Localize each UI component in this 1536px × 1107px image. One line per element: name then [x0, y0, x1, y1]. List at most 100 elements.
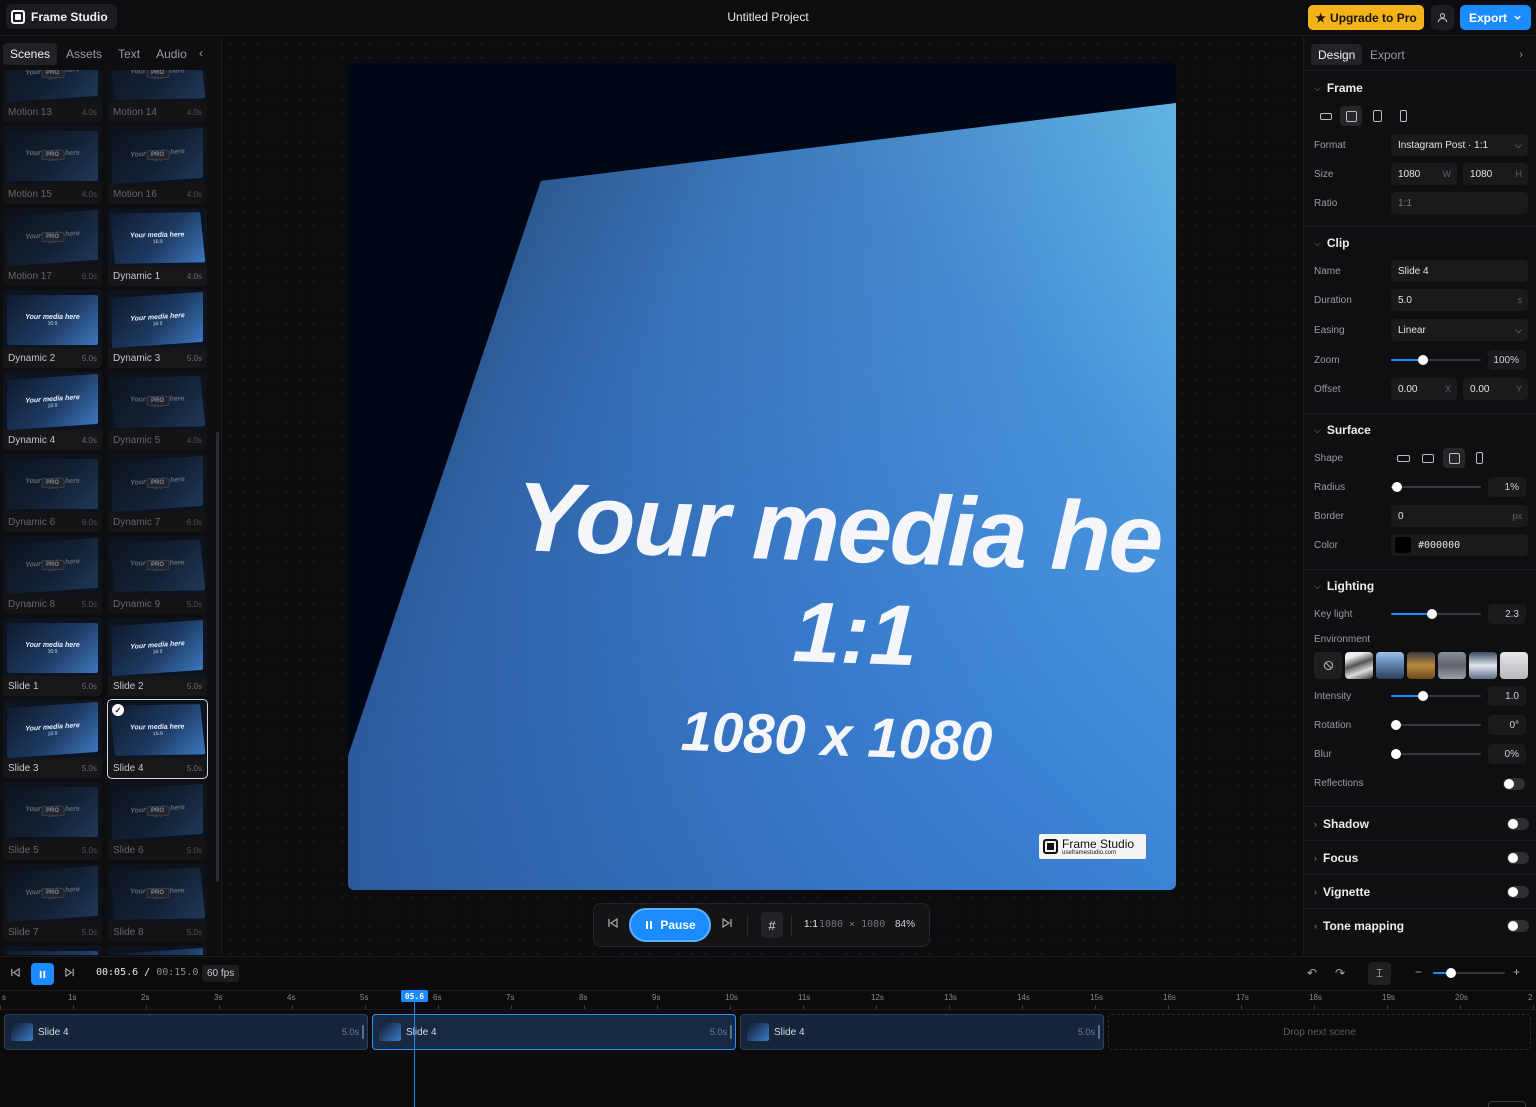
scene-card[interactable]: Your media here16:9PRO Dynamic 5 4.0s: [108, 372, 207, 450]
slider-knob[interactable]: [1417, 691, 1428, 701]
redo-icon[interactable]: ↷: [1335, 966, 1345, 980]
scene-card[interactable]: Your media here 16:9 Slide 1 5.0s: [3, 618, 102, 696]
keylight-value[interactable]: 2.3: [1488, 604, 1526, 624]
shape-wide-button[interactable]: [1392, 448, 1414, 468]
easing-select[interactable]: Linear ⌵: [1391, 319, 1528, 341]
zoom-in-icon[interactable]: +: [1513, 965, 1520, 979]
scene-card[interactable]: Your media here16:9PRO Motion 15 4.0s: [3, 126, 102, 204]
offset-x-input[interactable]: 0.00 X: [1391, 378, 1457, 400]
scene-card[interactable]: Your media here16:9PRO Motion 17 6.0s: [3, 208, 102, 286]
blur-slider[interactable]: [1391, 748, 1481, 760]
scene-card[interactable]: Your media here16:9PRO Slide 7 5.0s: [3, 864, 102, 942]
section-frame[interactable]: ⌵ Frame: [1314, 81, 1363, 95]
slider-knob[interactable]: [1391, 720, 1401, 730]
scene-card[interactable]: Your media here16:9PRO Slide 5 5.0s: [3, 782, 102, 860]
tone-mapping-toggle[interactable]: [1507, 920, 1529, 932]
zoom-value[interactable]: 100%: [1488, 350, 1526, 370]
zoom-slider[interactable]: [1391, 354, 1481, 366]
section-tone-mapping[interactable]: › Tone mapping: [1314, 919, 1404, 933]
environment-city[interactable]: [1438, 652, 1466, 679]
scene-card[interactable]: Your media here 16:9 Slide 3 5.0s: [3, 700, 102, 778]
chevron-right-icon[interactable]: ›: [1519, 47, 1523, 61]
timeline-pause-button[interactable]: [31, 963, 54, 985]
scene-card[interactable]: Your media here16:9PRO Slide 8 5.0s: [108, 864, 207, 942]
focus-toggle[interactable]: [1507, 852, 1529, 864]
scene-card[interactable]: Your media here 16:9 Dynamic 1 4.0s: [108, 208, 207, 286]
radius-value[interactable]: 1%: [1488, 477, 1526, 497]
canvas-zoom[interactable]: 84%: [895, 919, 915, 930]
section-lighting[interactable]: ⌵ Lighting: [1314, 579, 1374, 593]
drop-zone[interactable]: Drop next scene: [1108, 1014, 1531, 1050]
skip-back-icon[interactable]: [607, 917, 619, 929]
artboard[interactable]: Your media he 1:1 1080 x 1080 Frame Stud…: [348, 63, 1176, 890]
section-vignette[interactable]: › Vignette: [1314, 885, 1370, 899]
time-ruler[interactable]: s 1s 2s 3s 4s 5s 6s 7s 8s 9s 10s 11s 12s 13s 14s 15s 16s…: [0, 990, 1536, 1010]
tab-design[interactable]: Design: [1311, 44, 1363, 65]
scene-card[interactable]: Your media here 16:9 Slide 2 5.0s: [108, 618, 207, 696]
slider-knob[interactable]: [1427, 609, 1438, 619]
skip-forward-icon[interactable]: [721, 917, 733, 929]
color-swatch[interactable]: [1395, 537, 1411, 553]
vignette-toggle[interactable]: [1507, 886, 1529, 898]
tab-assets[interactable]: Assets: [59, 43, 109, 65]
timeline-clip[interactable]: Slide 4 5.0s: [4, 1014, 368, 1050]
frame-portrait-button[interactable]: [1366, 106, 1388, 126]
clip-trim-handle[interactable]: [362, 1025, 364, 1039]
shape-portrait-button[interactable]: [1468, 448, 1490, 468]
border-input[interactable]: 0 px: [1391, 505, 1528, 527]
scene-card[interactable]: Your media here16:9: [108, 946, 207, 955]
project-title[interactable]: Untitled Project: [0, 10, 1536, 24]
slider-knob[interactable]: [1392, 482, 1403, 492]
tab-scenes[interactable]: Scenes: [3, 42, 58, 65]
scene-card[interactable]: Your media here16:9PRO Dynamic 9 5.0s: [108, 536, 207, 614]
shadow-toggle[interactable]: [1507, 818, 1529, 830]
scene-card[interactable]: Your media here16:9PRO Dynamic 6 6.0s: [3, 454, 102, 532]
radius-slider[interactable]: [1391, 481, 1481, 493]
offset-y-input[interactable]: 0.00 Y: [1463, 378, 1528, 400]
section-shadow[interactable]: › Shadow: [1314, 817, 1369, 831]
zoom-out-icon[interactable]: −: [1415, 965, 1422, 979]
width-input[interactable]: 1080 W: [1391, 163, 1457, 185]
clip-trim-handle[interactable]: [730, 1025, 732, 1039]
frame-square-button[interactable]: [1340, 106, 1362, 126]
clip-name-input[interactable]: Slide 4: [1391, 260, 1528, 282]
intensity-value[interactable]: 1.0: [1488, 686, 1526, 706]
fps-badge[interactable]: 60 fps: [202, 965, 240, 982]
slider-knob[interactable]: [1391, 749, 1401, 759]
undo-icon[interactable]: ↶: [1307, 966, 1317, 980]
snap-button[interactable]: ⌶: [1368, 962, 1391, 985]
scene-card[interactable]: Your media here16:9: [3, 946, 102, 955]
environment-white[interactable]: [1500, 652, 1528, 679]
scene-card[interactable]: Your media here16:9PRO Motion 16 4.0s: [108, 126, 207, 204]
tab-export[interactable]: Export: [1363, 44, 1412, 65]
export-button[interactable]: Export: [1460, 5, 1531, 30]
section-focus[interactable]: › Focus: [1314, 851, 1358, 865]
tab-text[interactable]: Text: [111, 43, 147, 65]
pause-button[interactable]: Pause: [629, 908, 711, 942]
upgrade-button[interactable]: ★ Upgrade to Pro: [1308, 5, 1424, 30]
environment-sunset[interactable]: [1407, 652, 1435, 679]
shape-landscape-button[interactable]: [1417, 448, 1439, 468]
slider-knob[interactable]: [1417, 355, 1428, 365]
timeline-clip[interactable]: Slide 4 5.0s: [740, 1014, 1104, 1050]
rotation-value[interactable]: 0°: [1488, 715, 1526, 735]
scene-card[interactable]: Your media here16:9PRO Slide 6 5.0s: [108, 782, 207, 860]
environment-studio[interactable]: [1345, 652, 1373, 679]
skip-back-icon[interactable]: [10, 967, 21, 978]
brand-menu[interactable]: Frame Studio: [6, 4, 117, 29]
collapse-panel-icon[interactable]: ‹: [199, 46, 203, 60]
scene-card[interactable]: Your media here 16:9 Dynamic 3 5.0s: [108, 290, 207, 368]
skip-forward-icon[interactable]: [64, 967, 75, 978]
scene-card[interactable]: Your media here 16:9 Dynamic 4 4.0s: [3, 372, 102, 450]
environment-sky[interactable]: [1376, 652, 1404, 679]
clip-trim-handle[interactable]: [1098, 1025, 1100, 1039]
frame-story-button[interactable]: [1392, 106, 1414, 126]
playhead-time[interactable]: 05.6: [401, 990, 428, 1002]
intensity-slider[interactable]: [1391, 690, 1481, 702]
timeline-clip[interactable]: Slide 4 5.0s: [372, 1014, 736, 1050]
environment-none[interactable]: [1314, 652, 1342, 679]
tab-audio[interactable]: Audio: [149, 43, 194, 65]
color-input[interactable]: #000000: [1391, 534, 1528, 556]
rotation-slider[interactable]: [1391, 719, 1481, 731]
slider-knob[interactable]: [1446, 968, 1456, 978]
